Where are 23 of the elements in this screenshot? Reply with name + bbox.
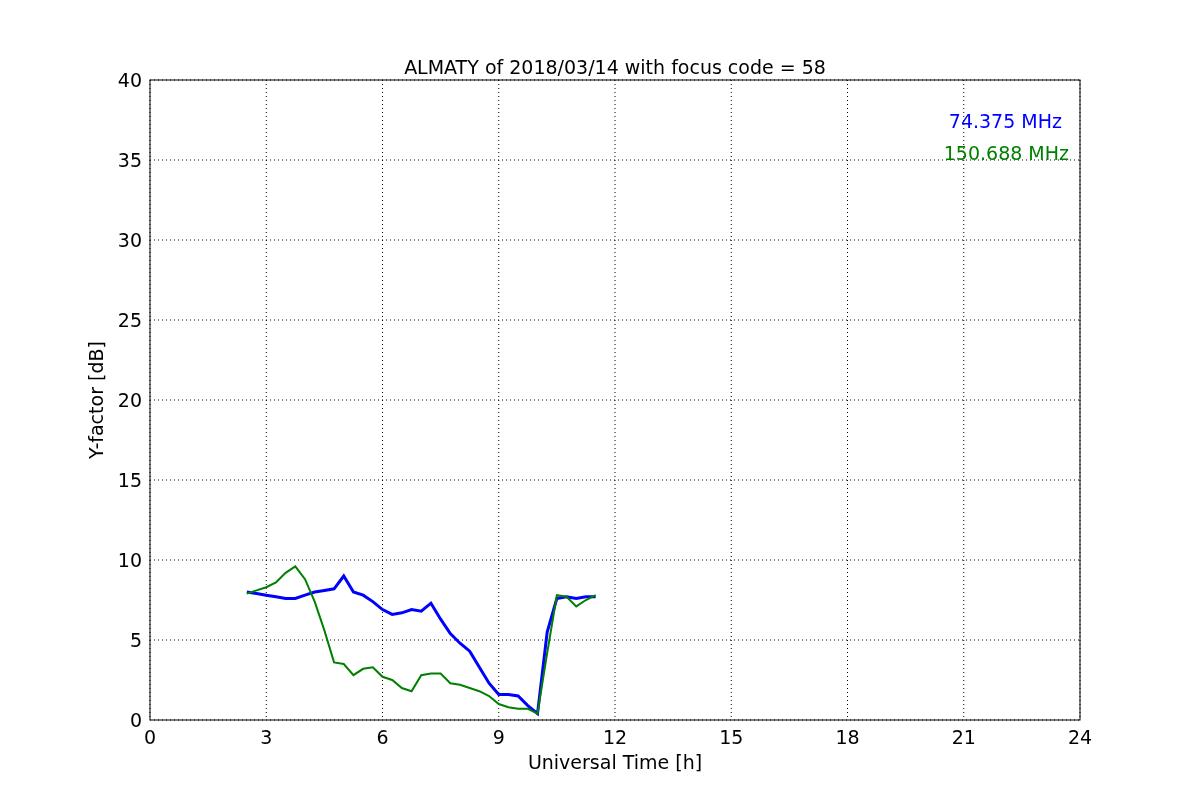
x-tick-label: 15 xyxy=(719,726,744,748)
y-tick-label: 15 xyxy=(117,469,142,491)
x-tick-label: 6 xyxy=(376,726,389,748)
x-tick-label: 0 xyxy=(143,726,157,748)
x-tick-label: 24 xyxy=(1067,726,1093,748)
x-tick-label: 9 xyxy=(492,726,505,748)
y-axis-label: Y-factor [dB] xyxy=(85,341,107,459)
x-tick-label: 21 xyxy=(951,726,976,748)
chart-title: ALMATY of 2018/03/14 with focus code = 58 xyxy=(404,56,826,78)
y-tick-label: 20 xyxy=(117,389,142,411)
y-tick-label: 35 xyxy=(117,149,142,171)
y-tick-label: 40 xyxy=(117,69,142,91)
legend-label: 150.688 MHz xyxy=(943,142,1069,164)
y-tick-label: 0 xyxy=(129,709,142,731)
x-tick-label: 3 xyxy=(260,726,273,748)
y-tick-label: 30 xyxy=(117,229,142,251)
y-tick-label: 5 xyxy=(129,629,142,651)
y-tick-label: 10 xyxy=(117,549,142,571)
y-tick-label: 25 xyxy=(117,309,142,331)
x-tick-label: 18 xyxy=(835,726,860,748)
legend-label: 74.375 MHz xyxy=(948,110,1062,132)
x-tick-label: 12 xyxy=(602,726,628,748)
x-axis-label: Universal Time [h] xyxy=(527,751,703,773)
